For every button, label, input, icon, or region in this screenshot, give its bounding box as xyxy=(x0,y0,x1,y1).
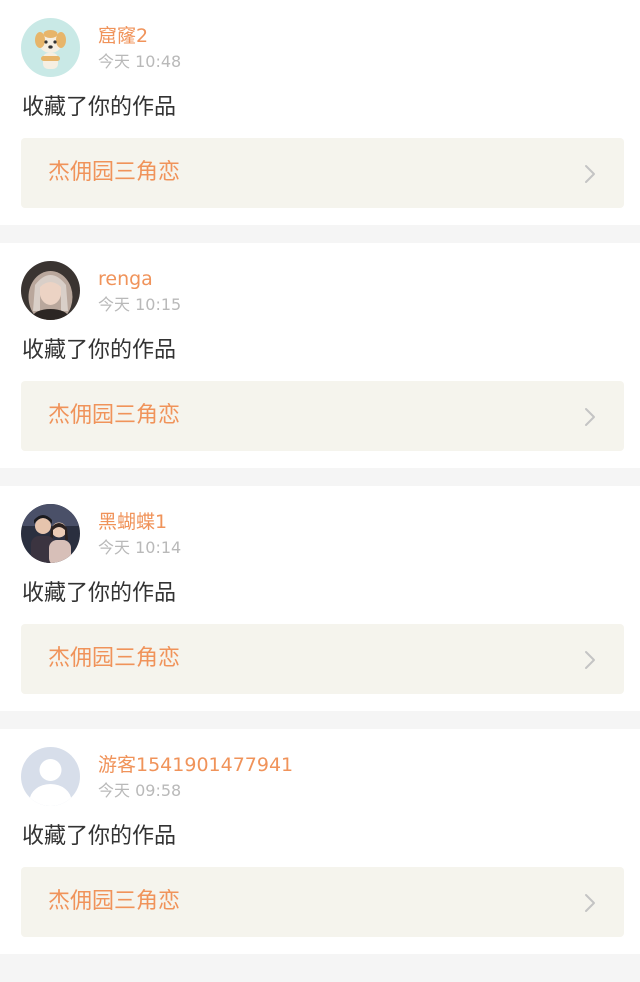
work-title: 杰佣园三角恋 xyxy=(48,403,181,428)
username[interactable]: 黑蝴蝶1 xyxy=(98,510,167,534)
work-link[interactable]: 杰佣园三角恋 xyxy=(21,624,624,694)
work-link[interactable]: 杰佣园三角恋 xyxy=(21,867,624,937)
chevron-right-icon xyxy=(584,407,596,427)
notification-card: 窟窿2 今天 10:48 收藏了你的作品 杰佣园三角恋 xyxy=(0,0,640,225)
username[interactable]: renga xyxy=(98,267,153,291)
girl-photo-avatar-icon[interactable] xyxy=(21,261,80,320)
chevron-right-icon xyxy=(584,650,596,670)
username[interactable]: 游客1541901477941 xyxy=(98,753,293,777)
action-text: 收藏了你的作品 xyxy=(22,338,177,363)
action-text: 收藏了你的作品 xyxy=(22,95,177,120)
work-link[interactable]: 杰佣园三角恋 xyxy=(21,381,624,451)
username[interactable]: 窟窿2 xyxy=(98,24,148,48)
work-title: 杰佣园三角恋 xyxy=(48,160,181,185)
action-text: 收藏了你的作品 xyxy=(22,824,177,849)
notification-card: 游客1541901477941 今天 09:58 收藏了你的作品 杰佣园三角恋 xyxy=(0,729,640,954)
chevron-right-icon xyxy=(584,893,596,913)
work-title: 杰佣园三角恋 xyxy=(48,646,181,671)
dog-avatar-icon[interactable] xyxy=(21,18,80,77)
timestamp: 今天 10:15 xyxy=(98,295,182,314)
timestamp: 今天 10:48 xyxy=(98,52,182,71)
work-link[interactable]: 杰佣园三角恋 xyxy=(21,138,624,208)
action-text: 收藏了你的作品 xyxy=(22,581,177,606)
work-title: 杰佣园三角恋 xyxy=(48,889,181,914)
timestamp: 今天 10:14 xyxy=(98,538,182,557)
chevron-right-icon xyxy=(584,164,596,184)
couple-photo-avatar-icon[interactable] xyxy=(21,504,80,563)
default-user-avatar-icon[interactable] xyxy=(21,747,80,806)
notification-card: 黑蝴蝶1 今天 10:14 收藏了你的作品 杰佣园三角恋 xyxy=(0,486,640,711)
notification-feed: 窟窿2 今天 10:48 收藏了你的作品 杰佣园三角恋 renga 今天 10:… xyxy=(0,0,640,954)
notification-card: renga 今天 10:15 收藏了你的作品 杰佣园三角恋 xyxy=(0,243,640,468)
timestamp: 今天 09:58 xyxy=(98,781,182,800)
